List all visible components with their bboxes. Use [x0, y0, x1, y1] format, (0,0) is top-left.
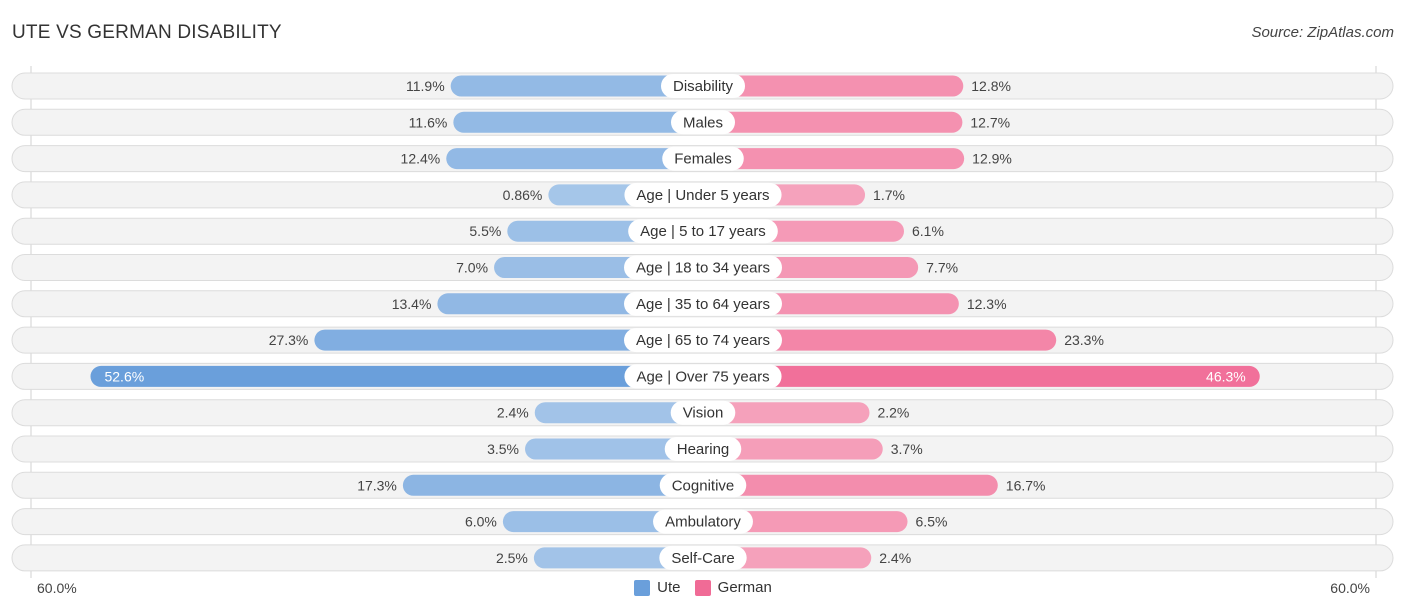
- legend-label-ute: Ute: [657, 579, 681, 596]
- value-label-german: 7.7%: [926, 260, 958, 276]
- value-label-ute: 2.4%: [497, 405, 529, 421]
- legend-item-ute[interactable]: Ute: [634, 579, 680, 596]
- value-label-german: 3.7%: [891, 441, 923, 457]
- category-label: Disability: [673, 78, 734, 95]
- category-label: Males: [683, 114, 723, 131]
- value-label-german: 6.5%: [916, 514, 948, 530]
- category-label: Cognitive: [672, 477, 735, 494]
- value-label-german: 23.3%: [1064, 332, 1104, 348]
- value-label-ute: 12.4%: [401, 151, 441, 167]
- value-label-ute: 2.5%: [496, 550, 528, 566]
- bar-ute: [453, 111, 703, 133]
- category-label: Vision: [683, 405, 724, 422]
- value-label-ute: 11.6%: [409, 114, 448, 130]
- legend-label-german: German: [717, 579, 772, 596]
- value-label-german: 1.7%: [873, 187, 905, 203]
- value-label-german: 12.8%: [971, 78, 1011, 94]
- value-label-german: 2.2%: [877, 405, 909, 421]
- bar-ute: [90, 365, 704, 387]
- value-label-ute: 3.5%: [487, 441, 519, 457]
- value-label-german: 6.1%: [912, 223, 944, 239]
- category-label: Age | Under 5 years: [636, 187, 769, 204]
- value-label-ute: 27.3%: [269, 332, 309, 348]
- value-label-ute: 6.0%: [465, 514, 497, 530]
- value-label-ute: 11.9%: [406, 78, 445, 94]
- legend-item-german[interactable]: German: [694, 579, 772, 596]
- legend-swatch-german: [694, 579, 711, 596]
- value-label-german: 12.7%: [970, 114, 1010, 130]
- category-label: Ambulatory: [665, 514, 741, 531]
- category-label: Self-Care: [671, 550, 734, 567]
- category-label: Age | 65 to 74 years: [636, 332, 770, 349]
- category-label: Age | Over 75 years: [636, 368, 769, 385]
- value-label-german: 2.4%: [879, 550, 911, 566]
- value-label-ute: 0.86%: [503, 187, 543, 203]
- category-label: Age | 5 to 17 years: [640, 223, 766, 240]
- legend: Ute German: [0, 579, 1406, 600]
- value-label-german: 46.3%: [1206, 368, 1246, 384]
- value-label-ute: 17.3%: [357, 477, 397, 493]
- value-label-ute: 13.4%: [392, 296, 432, 312]
- value-label-german: 12.3%: [967, 296, 1007, 312]
- bar-german: [703, 474, 998, 496]
- category-label: Age | 35 to 64 years: [636, 296, 770, 313]
- diverging-bar-chart: 11.9% 12.8% Disability 11.6% 12.7% Males 12.4%…: [11, 66, 1394, 578]
- category-label: Age | 18 to 34 years: [636, 260, 770, 277]
- bar-german: [703, 111, 963, 133]
- value-label-ute: 52.6%: [104, 368, 144, 384]
- value-label-ute: 5.5%: [469, 223, 501, 239]
- bar-german: [703, 365, 1260, 387]
- value-label-german: 12.9%: [972, 151, 1012, 167]
- category-label: Females: [674, 151, 732, 168]
- value-label-german: 16.7%: [1006, 477, 1046, 493]
- value-label-ute: 7.0%: [456, 260, 488, 276]
- bar-ute: [402, 474, 703, 496]
- category-label: Hearing: [677, 441, 730, 458]
- legend-swatch-ute: [634, 579, 651, 596]
